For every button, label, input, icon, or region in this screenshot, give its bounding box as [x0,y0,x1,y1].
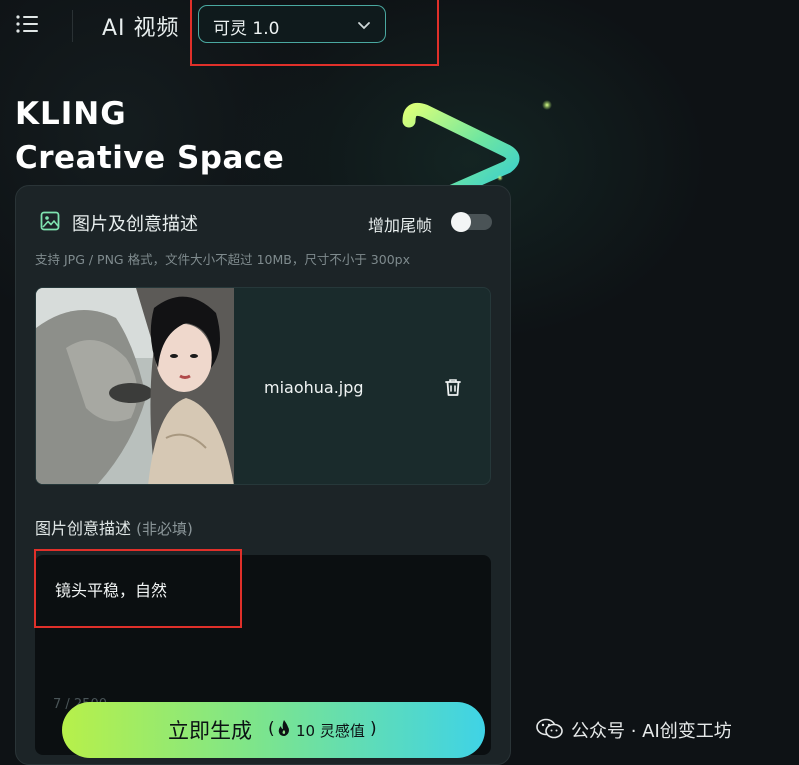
sparkle-decoration [542,100,552,110]
top-bar: AI 视频 可灵 1.0 [0,0,799,56]
cost-paren-close: ) [370,719,377,739]
header-divider [72,10,73,42]
prompt-title-label: 图片创意描述 [35,519,132,538]
upload-hint: 支持 JPG / PNG 格式，文件大小不超过 10MB，尺寸不小于 300px [35,252,410,267]
brand-line1: KLING [15,96,127,132]
prompt-optional-label: (非必填) [136,520,193,538]
generate-cost: 10 灵感值 [296,722,365,740]
model-select-value: 可灵 1.0 [213,19,280,39]
uploaded-image-thumbnail [36,288,234,484]
generate-button[interactable]: 立即生成 ( 10 灵感值 ) [62,702,485,758]
section-title: 图片及创意描述 [72,214,198,235]
uploaded-image-card[interactable]: miaohua.jpg [35,287,491,485]
hamburger-menu-icon[interactable] [14,12,42,36]
uploaded-file-name: miaohua.jpg [264,378,364,397]
brand-heading: KLING Creative Space [15,92,284,180]
prompt-text: 镜头平稳，自然 [55,581,168,600]
watermark-text: 公众号 · AI创变工坊 [571,721,732,742]
chevron-down-icon [357,17,371,31]
wechat-icon [536,718,564,740]
trash-icon[interactable] [442,376,464,398]
brand-line2: Creative Space [15,140,285,176]
image-to-video-panel: 图片及创意描述 增加尾帧 支持 JPG / PNG 格式，文件大小不超过 10M… [15,185,511,765]
tail-frame-label: 增加尾帧 [368,216,433,235]
image-icon [40,211,60,231]
sparkle-decoration [497,175,503,181]
fire-icon [276,719,292,737]
cost-paren-open: ( [268,719,275,739]
toggle-knob [451,212,471,232]
model-select[interactable]: 可灵 1.0 [198,5,386,43]
app-title: AI 视频 [102,16,180,41]
tail-frame-toggle[interactable] [451,212,492,232]
prompt-title: 图片创意描述 (非必填) [35,515,193,539]
generate-button-label: 立即生成 [168,719,252,743]
